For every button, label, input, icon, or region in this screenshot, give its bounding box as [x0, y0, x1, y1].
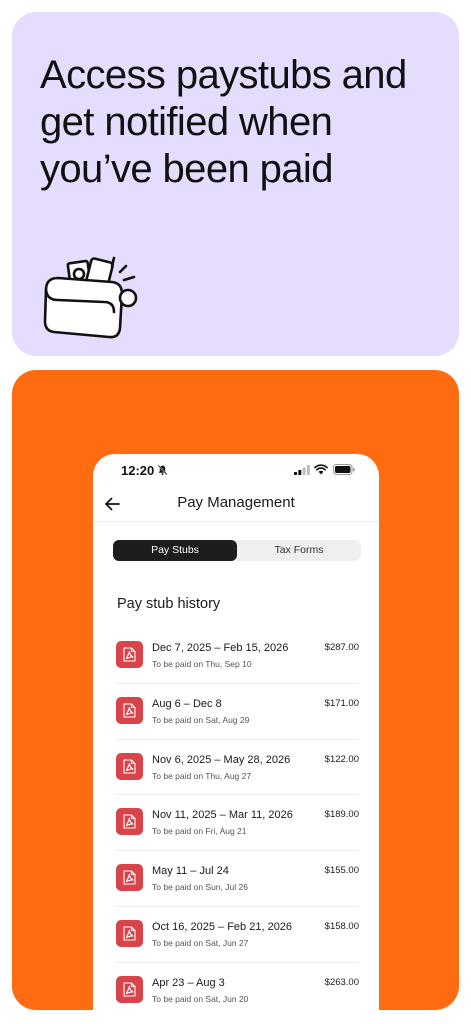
pay-date: To be paid on Sun, Jul 26	[152, 882, 248, 893]
pay-stub-row[interactable]: Dec 7, 2025 – Feb 15, 2026 To be paid on…	[115, 628, 359, 684]
pay-period: Apr 23 – Aug 3	[152, 976, 225, 989]
tab-tax-forms[interactable]: Tax Forms	[237, 540, 361, 561]
pay-date: To be paid on Thu, Aug 27	[152, 770, 252, 781]
pay-period: May 11 – Jul 24	[152, 865, 229, 878]
pay-amount: $155.00	[324, 865, 359, 877]
pay-date: To be paid on Sat, Jun 27	[152, 937, 249, 948]
pay-period: Nov 6, 2025 – May 28, 2026	[152, 753, 291, 766]
promo-headline: Access paystubs and get notified when yo…	[40, 53, 407, 191]
orange-showcase-card: 12:20 Pay Management Pay Stubs Tax Forms…	[12, 370, 459, 1010]
pdf-file-icon	[116, 975, 143, 1003]
pay-date: To be paid on Fri, Aug 21	[152, 826, 247, 837]
pay-date: To be paid on Thu, Sep 10	[152, 659, 252, 669]
pdf-file-icon	[116, 808, 143, 836]
pdf-file-icon	[116, 864, 143, 892]
pdf-file-icon	[116, 752, 143, 780]
pay-period: Aug 6 – Dec 8	[152, 697, 222, 710]
pay-amount: $287.00	[324, 642, 359, 653]
bell-slash-icon	[157, 464, 168, 476]
pay-stub-row[interactable]: Nov 11, 2025 – Mar 11, 2026 To be paid o…	[115, 795, 359, 852]
wallet-with-cash-and-card-icon	[43, 256, 138, 339]
battery-icon	[333, 464, 355, 475]
pay-stub-list: Dec 7, 2025 – Feb 15, 2026 To be paid on…	[115, 628, 359, 1010]
signal-icon	[294, 465, 310, 475]
status-bar: 12:20	[93, 454, 379, 488]
pdf-file-icon	[116, 641, 143, 668]
pay-stub-row[interactable]: Apr 23 – Aug 3 To be paid on Sat, Jun 20…	[115, 963, 359, 1010]
pay-date: To be paid on Sat, Jun 20	[152, 993, 249, 1004]
page-title: Pay Management	[177, 494, 295, 511]
promo-card: Access paystubs and get notified when yo…	[12, 12, 459, 356]
navigation-bar: Pay Management	[93, 488, 379, 522]
pay-stub-row[interactable]: Oct 16, 2025 – Feb 21, 2026 To be paid o…	[115, 907, 359, 963]
section-title: Pay stub history	[117, 596, 221, 612]
pay-tabs: Pay Stubs Tax Forms	[113, 540, 361, 561]
pay-amount: $122.00	[324, 753, 359, 765]
pay-amount: $158.00	[324, 920, 359, 932]
tab-pay-stubs[interactable]: Pay Stubs	[113, 540, 237, 561]
pay-stub-row[interactable]: Nov 6, 2025 – May 28, 2026 To be paid on…	[115, 740, 359, 796]
pay-amount: $263.00	[324, 976, 359, 988]
pay-date: To be paid on Sat, Aug 29	[152, 714, 250, 725]
pay-period: Dec 7, 2025 – Feb 15, 2026	[152, 642, 289, 654]
pay-stub-row[interactable]: May 11 – Jul 24 To be paid on Sun, Jul 2…	[115, 851, 359, 907]
pdf-file-icon	[116, 919, 143, 947]
wifi-icon	[314, 464, 328, 475]
pdf-file-icon	[116, 696, 143, 724]
pay-amount: $189.00	[324, 809, 359, 821]
pay-period: Nov 11, 2025 – Mar 11, 2026	[152, 809, 293, 822]
pay-period: Oct 16, 2025 – Feb 21, 2026	[152, 920, 293, 933]
phone-mockup: 12:20 Pay Management Pay Stubs Tax Forms…	[93, 454, 379, 1010]
pay-amount: $171.00	[324, 697, 359, 709]
pay-stub-row[interactable]: Aug 6 – Dec 8 To be paid on Sat, Aug 29 …	[115, 684, 359, 740]
status-time: 12:20	[121, 463, 155, 478]
